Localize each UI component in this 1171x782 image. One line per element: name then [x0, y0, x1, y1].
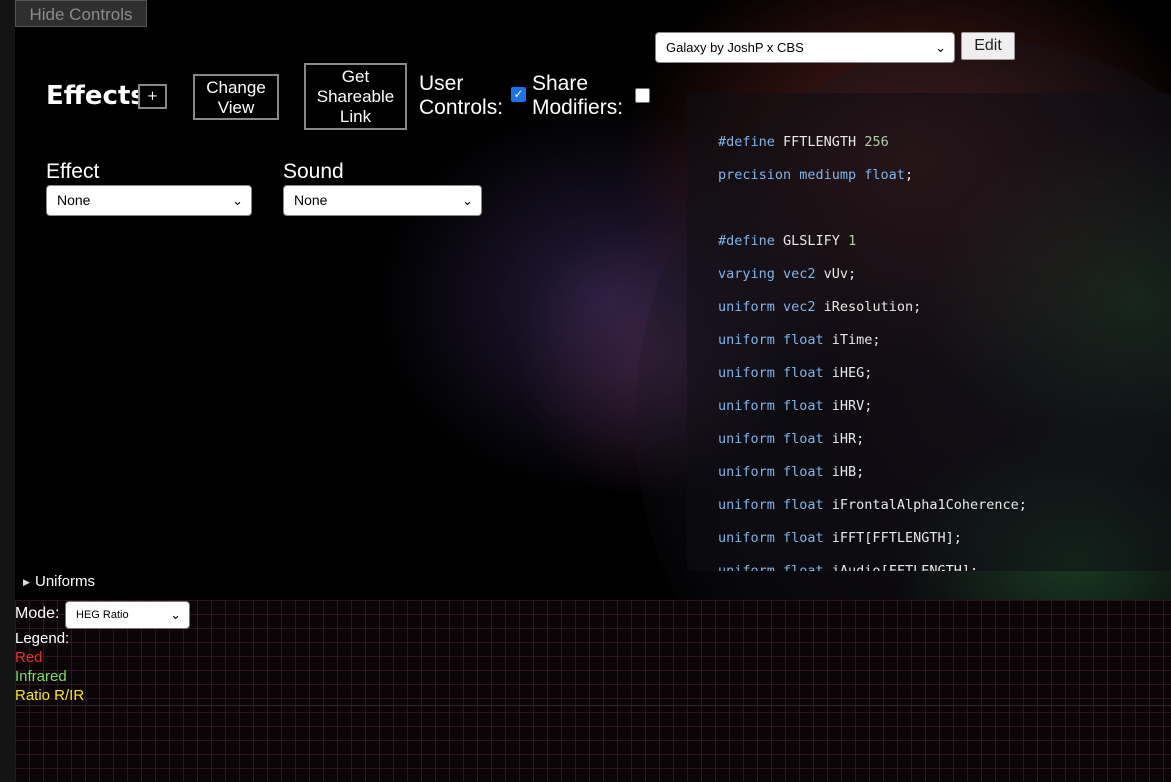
code-line: uniform float iHB;	[718, 463, 1027, 496]
effect-select-value: None	[57, 192, 91, 208]
user-controls-checkbox[interactable]: ✓	[511, 87, 526, 102]
add-effect-button[interactable]: +	[138, 84, 167, 109]
code-token: uniform float	[718, 497, 832, 513]
code-line: uniform float iHEG;	[718, 364, 1027, 397]
legend-title: Legend:	[15, 630, 70, 647]
code-token: iHRV;	[831, 398, 873, 414]
sound-label: Sound	[283, 160, 344, 183]
code-token: GLSLIFY	[783, 233, 849, 249]
code-token: uniform float	[718, 464, 832, 480]
effects-title: Effects	[46, 81, 146, 111]
code-token: uniform float	[718, 530, 832, 546]
get-shareable-link-button[interactable]: Get Shareable Link	[304, 63, 407, 130]
share-modifiers-checkbox[interactable]	[635, 88, 650, 103]
code-line: uniform float iTime;	[718, 331, 1027, 364]
code-line: uniform float iHR;	[718, 430, 1027, 463]
chart-divider	[15, 705, 1171, 706]
code-token: uniform vec2	[718, 299, 824, 315]
edit-button[interactable]: Edit	[961, 32, 1015, 60]
share-link-label-line: Get	[341, 67, 370, 86]
code-token: iAudio[FFTLENGTH];	[831, 563, 979, 571]
uniforms-label: Uniforms	[35, 573, 96, 590]
change-view-button[interactable]: Change View	[193, 74, 279, 120]
code-line: #define GLSLIFY 1	[718, 232, 1027, 265]
code-token: 256	[864, 134, 889, 150]
share-modifiers-label-line: Share	[532, 72, 589, 95]
code-token: iFrontalAlpha1Coherence;	[831, 497, 1027, 513]
code-line: #define FFTLENGTH 256	[718, 133, 1027, 166]
code-token: uniform float	[718, 563, 832, 571]
code-token: iTime;	[831, 332, 881, 348]
code-line: uniform float iAudio[FFTLENGTH];	[718, 562, 1027, 571]
code-token: 1	[848, 233, 857, 249]
share-modifiers-label-line: Modifiers:	[532, 96, 624, 119]
code-token: varying vec2	[718, 266, 824, 282]
code-token: FFTLENGTH	[783, 134, 865, 150]
mode-label: Mode:	[15, 605, 60, 622]
sound-select[interactable]: None ⌄	[283, 185, 482, 216]
share-modifiers-label: Share Modifiers:	[532, 72, 623, 120]
uniforms-toggle[interactable]: ▶ Uniforms	[15, 571, 320, 601]
user-controls-label: User Controls:	[419, 72, 503, 120]
code-token: iFFT[FFTLENGTH];	[831, 530, 962, 546]
code-token: #define	[718, 233, 784, 249]
chevron-down-icon: ⌄	[462, 193, 473, 208]
code-token: uniform float	[718, 431, 832, 447]
code-token: uniform float	[718, 332, 832, 348]
share-link-label-line: Link	[339, 107, 372, 126]
code-token: #define	[718, 134, 784, 150]
code-line: uniform float iFrontalAlpha1Coherence;	[718, 496, 1027, 529]
legend-item-ratio: Ratio R/IR	[15, 687, 85, 704]
disclosure-triangle-icon: ▶	[23, 578, 30, 588]
mode-select-value: HEG Ratio	[76, 609, 129, 621]
user-controls-label-line: Controls:	[419, 96, 504, 119]
effect-select[interactable]: None ⌄	[46, 185, 252, 216]
shader-code-lines: #define FFTLENGTH 256 precision mediump f…	[718, 133, 1027, 571]
code-token: iHEG;	[831, 365, 873, 381]
legend-item-red: Red	[15, 649, 43, 666]
change-view-label-line: View	[217, 98, 255, 117]
share-link-label-line: Shareable	[316, 87, 395, 106]
code-token: precision mediump float	[718, 167, 905, 183]
effect-label: Effect	[46, 160, 100, 183]
user-controls-label-line: User	[419, 72, 464, 95]
code-line: uniform vec2 iResolution;	[718, 298, 1027, 331]
preset-select-value: Galaxy by JoshP x CBS	[666, 40, 804, 55]
chevron-down-icon: ⌄	[232, 193, 243, 208]
hide-controls-button[interactable]: Hide Controls	[15, 0, 147, 27]
left-strip	[0, 0, 15, 782]
chevron-down-icon: ⌄	[170, 607, 181, 622]
code-token: uniform float	[718, 398, 832, 414]
mode-select[interactable]: HEG Ratio ⌄	[65, 601, 190, 629]
code-token: vUv;	[823, 266, 857, 282]
code-line: uniform float iFFT[FFTLENGTH];	[718, 529, 1027, 562]
code-line: precision mediump float;	[718, 166, 1027, 199]
sound-select-value: None	[294, 192, 328, 208]
code-token: iResolution;	[823, 299, 922, 315]
code-token: uniform float	[718, 365, 832, 381]
shader-code-panel[interactable]: #define FFTLENGTH 256 precision mediump f…	[687, 93, 1171, 571]
code-token: ;	[904, 167, 914, 183]
code-token: iHB;	[831, 464, 865, 480]
code-line: uniform float iHRV;	[718, 397, 1027, 430]
preset-select[interactable]: Galaxy by JoshP x CBS ⌄	[655, 32, 955, 63]
code-token: iHR;	[831, 431, 865, 447]
legend-item-infrared: Infrared	[15, 668, 67, 685]
change-view-label-line: Change	[206, 78, 266, 97]
chevron-down-icon: ⌄	[935, 40, 946, 55]
code-line: varying vec2 vUv;	[718, 265, 1027, 298]
